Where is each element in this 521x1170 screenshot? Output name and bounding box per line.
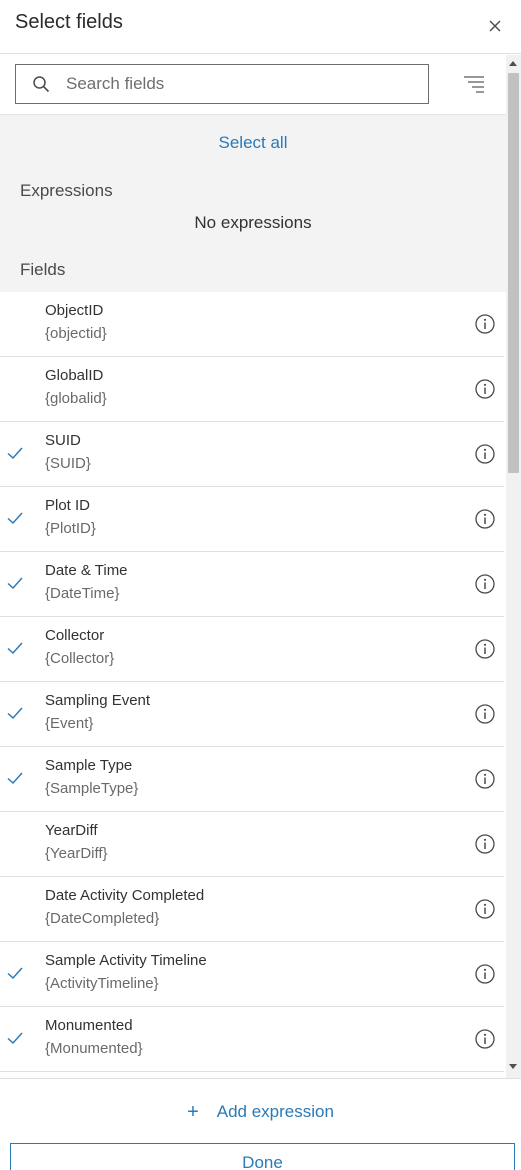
- field-row[interactable]: Date & Time {DateTime}: [0, 552, 504, 617]
- field-key: {Collector}: [45, 650, 115, 667]
- info-icon[interactable]: [474, 703, 496, 725]
- info-icon[interactable]: [474, 313, 496, 335]
- checkmark-icon: [7, 512, 23, 525]
- field-key: {SUID}: [45, 455, 91, 472]
- field-row[interactable]: YearDiff {YearDiff}: [0, 812, 504, 877]
- field-row[interactable]: GlobalID {globalid}: [0, 357, 504, 422]
- add-expression-label: Add expression: [216, 1102, 334, 1121]
- scrollbar[interactable]: [506, 55, 521, 1078]
- field-list: ObjectID {objectid} GlobalID {globalid} SUID…: [0, 292, 504, 1072]
- info-icon[interactable]: [474, 638, 496, 660]
- field-key: {ActivityTimeline}: [45, 975, 159, 992]
- checkmark-icon: [7, 447, 23, 460]
- search-bar: [0, 55, 506, 115]
- field-name: Plot ID: [45, 497, 91, 514]
- dialog-header: Select fields: [0, 0, 521, 54]
- close-button[interactable]: [482, 13, 508, 39]
- selection-options: Select all Expressions No expressions Fi…: [0, 115, 506, 292]
- scrollbar-thumb[interactable]: [508, 73, 519, 473]
- field-name: ObjectID: [45, 302, 104, 319]
- field-key: {globalid}: [45, 390, 107, 407]
- field-row[interactable]: Date Activity Completed {DateCompleted}: [0, 877, 504, 942]
- field-scroll-area[interactable]: Select all Expressions No expressions Fi…: [0, 55, 521, 1078]
- select-all-link[interactable]: Select all: [0, 133, 506, 153]
- done-button[interactable]: Done: [10, 1143, 515, 1170]
- info-icon[interactable]: [474, 508, 496, 530]
- field-row[interactable]: Sample Activity Timeline {ActivityTimelin…: [0, 942, 504, 1007]
- field-name: Sample Type: [45, 757, 133, 774]
- field-name: GlobalID: [45, 367, 104, 384]
- field-name: Date Activity Completed: [45, 887, 205, 904]
- field-name: SUID: [45, 432, 81, 449]
- field-key: {Monumented}: [45, 1040, 143, 1057]
- checkmark-icon: [7, 772, 23, 785]
- field-key: {Event}: [45, 715, 94, 732]
- fields-heading: Fields: [20, 260, 66, 279]
- checkmark-icon: [7, 967, 23, 980]
- field-row[interactable]: Collector {Collector}: [0, 617, 504, 682]
- info-icon[interactable]: [474, 1028, 496, 1050]
- field-name: YearDiff: [45, 822, 98, 839]
- scroll-up-arrow-icon[interactable]: [509, 61, 517, 66]
- scroll-down-arrow-icon[interactable]: [509, 1064, 517, 1069]
- dialog-title: Select fields: [15, 11, 123, 33]
- filter-button[interactable]: [460, 71, 488, 97]
- no-expressions-text: No expressions: [194, 213, 312, 232]
- plus-icon: +: [187, 1101, 199, 1123]
- field-row[interactable]: Sample Type {SampleType}: [0, 747, 504, 812]
- field-row[interactable]: Plot ID {PlotID}: [0, 487, 504, 552]
- field-name: Monumented: [45, 1017, 133, 1034]
- field-row[interactable]: ObjectID {objectid}: [0, 292, 504, 357]
- field-key: {SampleType}: [45, 780, 139, 797]
- expressions-heading: Expressions: [20, 181, 113, 200]
- field-name: Sample Activity Timeline: [45, 952, 207, 969]
- search-box[interactable]: [15, 64, 429, 104]
- info-icon[interactable]: [474, 768, 496, 790]
- info-icon[interactable]: [474, 898, 496, 920]
- field-key: {PlotID}: [45, 520, 96, 537]
- info-icon[interactable]: [474, 378, 496, 400]
- field-row[interactable]: Sampling Event {Event}: [0, 682, 504, 747]
- field-name: Sampling Event: [45, 692, 151, 709]
- info-icon[interactable]: [474, 443, 496, 465]
- info-icon[interactable]: [474, 963, 496, 985]
- field-row[interactable]: Monumented {Monumented}: [0, 1007, 504, 1072]
- close-icon: [489, 20, 501, 32]
- field-key: {DateTime}: [45, 585, 120, 602]
- field-key: {DateCompleted}: [45, 910, 160, 927]
- field-name: Date & Time: [45, 562, 128, 579]
- checkmark-icon: [7, 707, 23, 720]
- field-key: {YearDiff}: [45, 845, 108, 862]
- search-input[interactable]: [66, 74, 416, 94]
- search-icon: [16, 65, 66, 103]
- info-icon[interactable]: [474, 573, 496, 595]
- add-expression-button[interactable]: + Add expression: [0, 1102, 521, 1122]
- checkmark-icon: [7, 1032, 23, 1045]
- info-icon[interactable]: [474, 833, 496, 855]
- field-row[interactable]: SUID {SUID}: [0, 422, 504, 487]
- filter-lines-icon: [464, 76, 484, 93]
- dialog-footer: + Add expression Done: [0, 1078, 521, 1170]
- checkmark-icon: [7, 642, 23, 655]
- field-key: {objectid}: [45, 325, 107, 342]
- field-name: Collector: [45, 627, 105, 644]
- checkmark-icon: [7, 577, 23, 590]
